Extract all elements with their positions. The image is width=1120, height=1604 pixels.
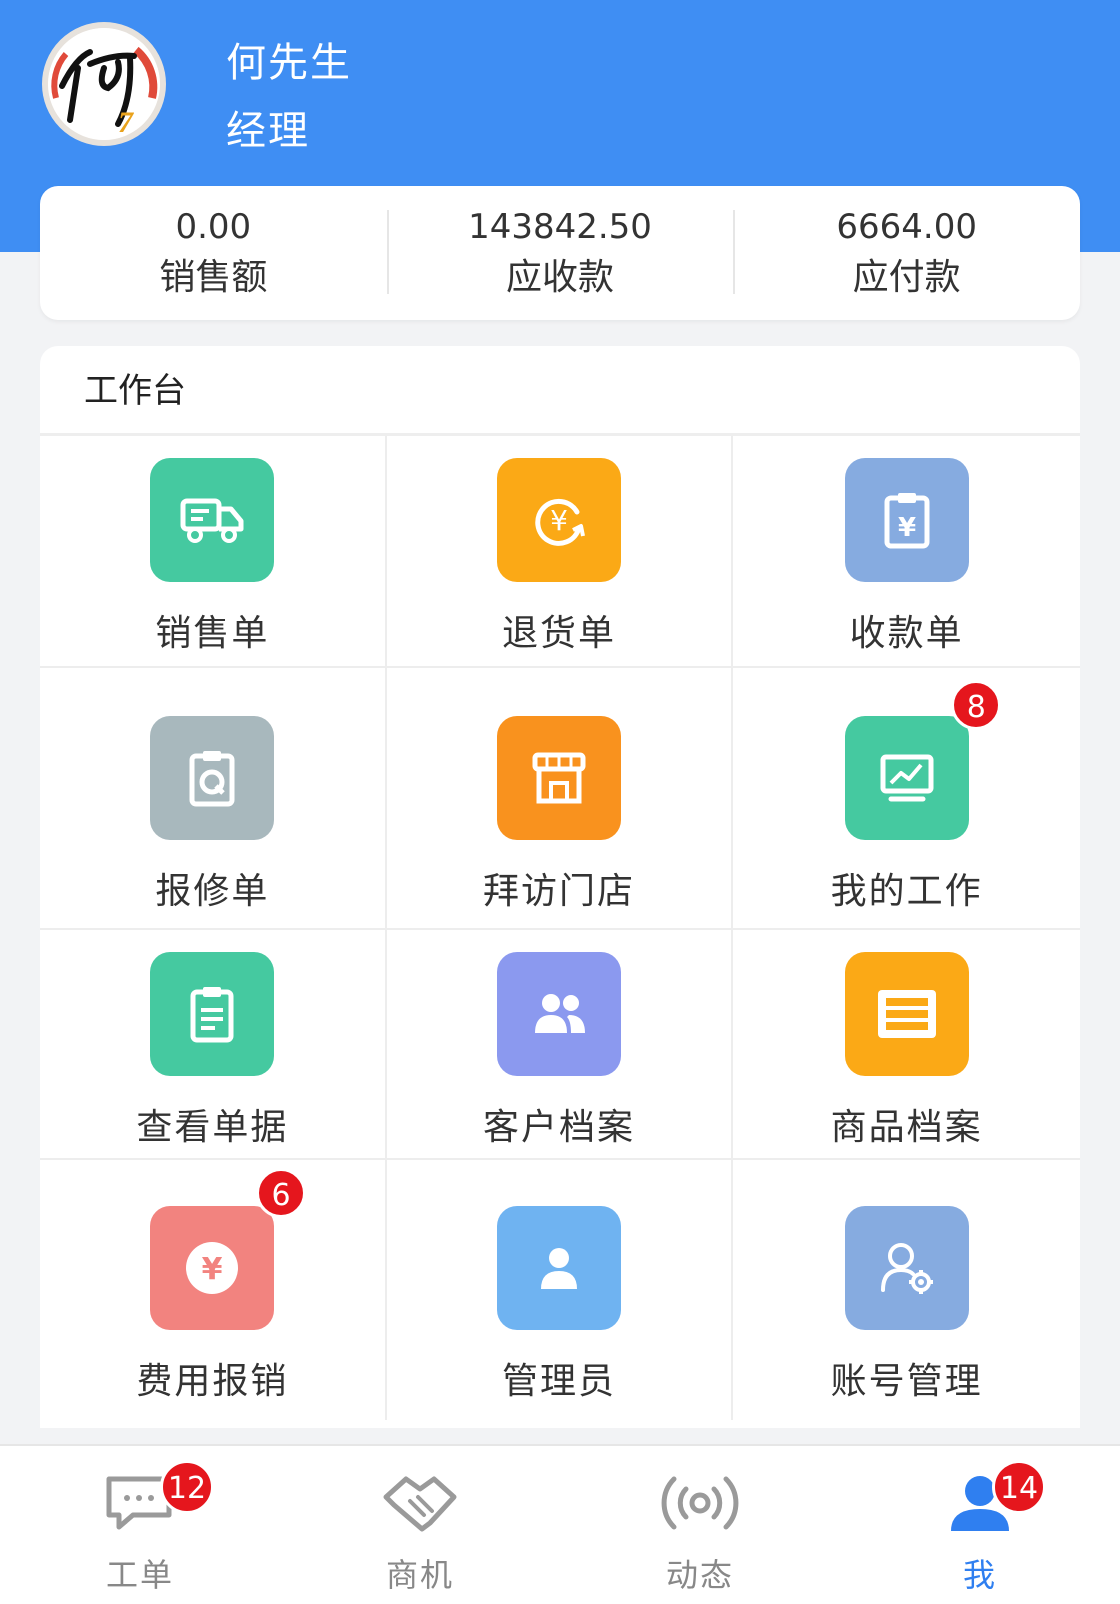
stat-value: 143842.50 <box>468 207 652 247</box>
workbench-grid: 销售单 ¥ 退货单 ¥ 收款单 报修单 拜访门店 我的工作 8 查看单据 客户档… <box>40 436 1080 1420</box>
person-icon <box>496 1206 621 1330</box>
workbench-panel: 工作台 销售单 ¥ 退货单 ¥ 收款单 报修单 拜访门店 我的工作 8 查看单据… <box>40 346 1080 1428</box>
stat-label: 销售额 <box>159 257 268 298</box>
users-icon <box>496 952 621 1076</box>
chart-monitor-icon <box>844 716 969 840</box>
svg-text:¥: ¥ <box>202 1252 223 1287</box>
stats-card: 0.00 销售额 143842.50 应收款 6664.00 应付款 <box>40 186 1080 320</box>
grid-item-label: 管理员 <box>501 1361 616 1402</box>
tab-work-order[interactable]: 工单 12 <box>0 1446 280 1604</box>
grid-item-label: 费用报销 <box>136 1361 289 1402</box>
notification-badge: 8 <box>951 680 1002 730</box>
document-icon <box>150 952 275 1076</box>
grid-item-sales-order[interactable]: 销售单 <box>40 436 387 668</box>
grid-item-label: 拜访门店 <box>482 871 635 912</box>
stat-value: 6664.00 <box>836 207 977 247</box>
svg-text:7: 7 <box>118 106 134 139</box>
grid-item-my-work[interactable]: 我的工作 8 <box>733 668 1080 930</box>
workbench-title: 工作台 <box>40 346 1080 436</box>
tab-label: 动态 <box>665 1556 734 1594</box>
tab-me[interactable]: 我 14 <box>840 1446 1120 1604</box>
notification-badge: 14 <box>992 1460 1046 1514</box>
grid-item-label: 客户档案 <box>482 1107 635 1148</box>
grid-item-label: 收款单 <box>849 613 964 654</box>
grid-item-product-archive[interactable]: 商品档案 <box>733 930 1080 1160</box>
user-gear-icon <box>844 1206 969 1330</box>
notification-badge: 12 <box>160 1460 214 1514</box>
yen-refresh-icon: ¥ <box>496 458 621 582</box>
stat-label: 应付款 <box>852 257 961 298</box>
notification-badge: 6 <box>256 1168 306 1218</box>
grid-item-label: 报修单 <box>155 871 270 912</box>
grid-item-receipt[interactable]: ¥ 收款单 <box>733 436 1080 668</box>
stat-sales[interactable]: 0.00 销售额 <box>40 186 387 320</box>
tab-activity[interactable]: 动态 <box>560 1446 840 1604</box>
tab-label: 我 <box>962 1556 997 1594</box>
tab-label: 商机 <box>385 1556 454 1594</box>
grid-item-label: 查看单据 <box>136 1107 289 1148</box>
avatar[interactable]: 7 <box>42 22 166 146</box>
user-name: 何先生 <box>226 40 352 86</box>
broadcast-icon <box>655 1466 745 1540</box>
tab-opportunity[interactable]: 商机 <box>280 1446 560 1604</box>
svg-text:¥: ¥ <box>898 513 916 543</box>
grid-item-customer-archive[interactable]: 客户档案 <box>386 930 734 1160</box>
grid-item-repair-order[interactable]: 报修单 <box>40 668 387 930</box>
grid-item-label: 退货单 <box>501 613 616 654</box>
grid-item-account-management[interactable]: 账号管理 <box>733 1160 1080 1420</box>
user-role: 经理 <box>226 108 310 154</box>
tab-label: 工单 <box>105 1556 174 1594</box>
stat-value: 0.00 <box>175 207 252 247</box>
grid-item-label: 账号管理 <box>830 1361 983 1402</box>
grid-item-label: 我的工作 <box>830 871 983 912</box>
storefront-icon <box>496 716 621 840</box>
stat-label: 应收款 <box>506 257 615 298</box>
truck-icon <box>150 458 275 582</box>
clipboard-yen-icon: ¥ <box>844 458 969 582</box>
bottom-tab-bar: 工单 12 商机 动态 我 14 <box>0 1444 1120 1604</box>
clipboard-wrench-icon <box>150 716 275 840</box>
handshake-icon <box>375 1466 465 1540</box>
svg-text:¥: ¥ <box>550 504 568 537</box>
grid-item-label: 销售单 <box>155 613 270 654</box>
signature-avatar-image: 7 <box>48 28 160 140</box>
grid-item-expense-claim[interactable]: ¥ 费用报销 6 <box>40 1160 387 1420</box>
stat-payable[interactable]: 6664.00 应付款 <box>733 186 1080 320</box>
grid-item-return-order[interactable]: ¥ 退货单 <box>386 436 734 668</box>
grid-item-administrator[interactable]: 管理员 <box>387 1160 734 1420</box>
grid-item-label: 商品档案 <box>830 1107 983 1148</box>
stat-receivable[interactable]: 143842.50 应收款 <box>386 186 734 320</box>
yen-circle-icon: ¥ <box>150 1206 275 1330</box>
grid-item-view-documents[interactable]: 查看单据 <box>40 930 387 1160</box>
grid-item-visit-store[interactable]: 拜访门店 <box>386 668 734 930</box>
list-icon <box>844 952 969 1076</box>
